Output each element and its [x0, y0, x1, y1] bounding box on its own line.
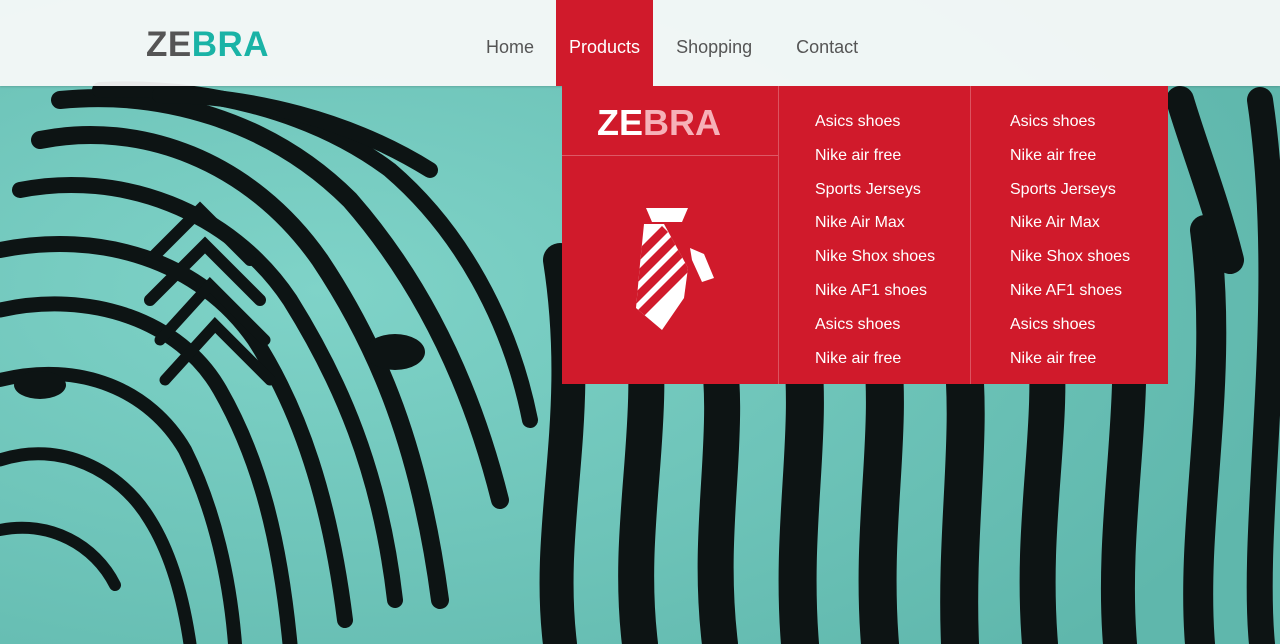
main-nav: Home Products Shopping Contact	[464, 0, 880, 86]
menu-link-nike-shox-shoes[interactable]: Nike Shox shoes	[815, 240, 935, 274]
menu-link-asics-shoes-2[interactable]: Asics shoes	[1010, 308, 1130, 342]
mega-logo-part-bra: BRA	[643, 102, 722, 143]
menu-link-asics-shoes[interactable]: Asics shoes	[815, 105, 935, 139]
site-header: ZEBRA Home Products Shopping Contact	[0, 0, 1280, 86]
mega-menu-logo: ZEBRA	[597, 102, 721, 144]
nav-item-home[interactable]: Home	[464, 0, 556, 86]
menu-link-nike-af1-shoes[interactable]: Nike AF1 shoes	[1010, 274, 1130, 308]
menu-link-nike-af1-shoes[interactable]: Nike AF1 shoes	[815, 274, 935, 308]
menu-link-nike-air-free-2[interactable]: Nike air free	[1010, 342, 1130, 376]
logo-part-ze: ZE	[146, 25, 192, 64]
mega-menu-column-1: Asics shoes Nike air free Sports Jerseys…	[815, 105, 935, 375]
menu-link-asics-shoes[interactable]: Asics shoes	[1010, 105, 1130, 139]
menu-link-sports-jerseys[interactable]: Sports Jerseys	[815, 173, 935, 207]
nav-item-shopping[interactable]: Shopping	[653, 0, 774, 86]
menu-link-sports-jerseys[interactable]: Sports Jerseys	[1010, 173, 1130, 207]
mega-logo-part-ze: ZE	[597, 102, 644, 143]
menu-link-asics-shoes-2[interactable]: Asics shoes	[815, 308, 935, 342]
mega-menu-divider	[562, 155, 778, 156]
menu-link-nike-air-free[interactable]: Nike air free	[1010, 139, 1130, 173]
mega-menu-column-divider	[970, 86, 971, 384]
menu-link-nike-shox-shoes[interactable]: Nike Shox shoes	[1010, 240, 1130, 274]
nav-item-contact[interactable]: Contact	[774, 0, 880, 86]
menu-link-nike-air-max[interactable]: Nike Air Max	[1010, 206, 1130, 240]
menu-link-nike-air-free[interactable]: Nike air free	[815, 139, 935, 173]
nav-item-products[interactable]: Products	[556, 0, 654, 86]
products-mega-menu: ZEBRA Asics shoes Nike air free Sports J…	[562, 86, 1168, 384]
necktie-icon	[636, 208, 714, 330]
mega-menu-brand-panel: ZEBRA	[562, 86, 779, 384]
menu-link-nike-air-free-2[interactable]: Nike air free	[815, 342, 935, 376]
logo-part-bra: BRA	[191, 25, 270, 64]
site-logo[interactable]: ZEBRA	[146, 25, 269, 65]
mega-menu-column-2: Asics shoes Nike air free Sports Jerseys…	[1010, 105, 1130, 375]
menu-link-nike-air-max[interactable]: Nike Air Max	[815, 206, 935, 240]
